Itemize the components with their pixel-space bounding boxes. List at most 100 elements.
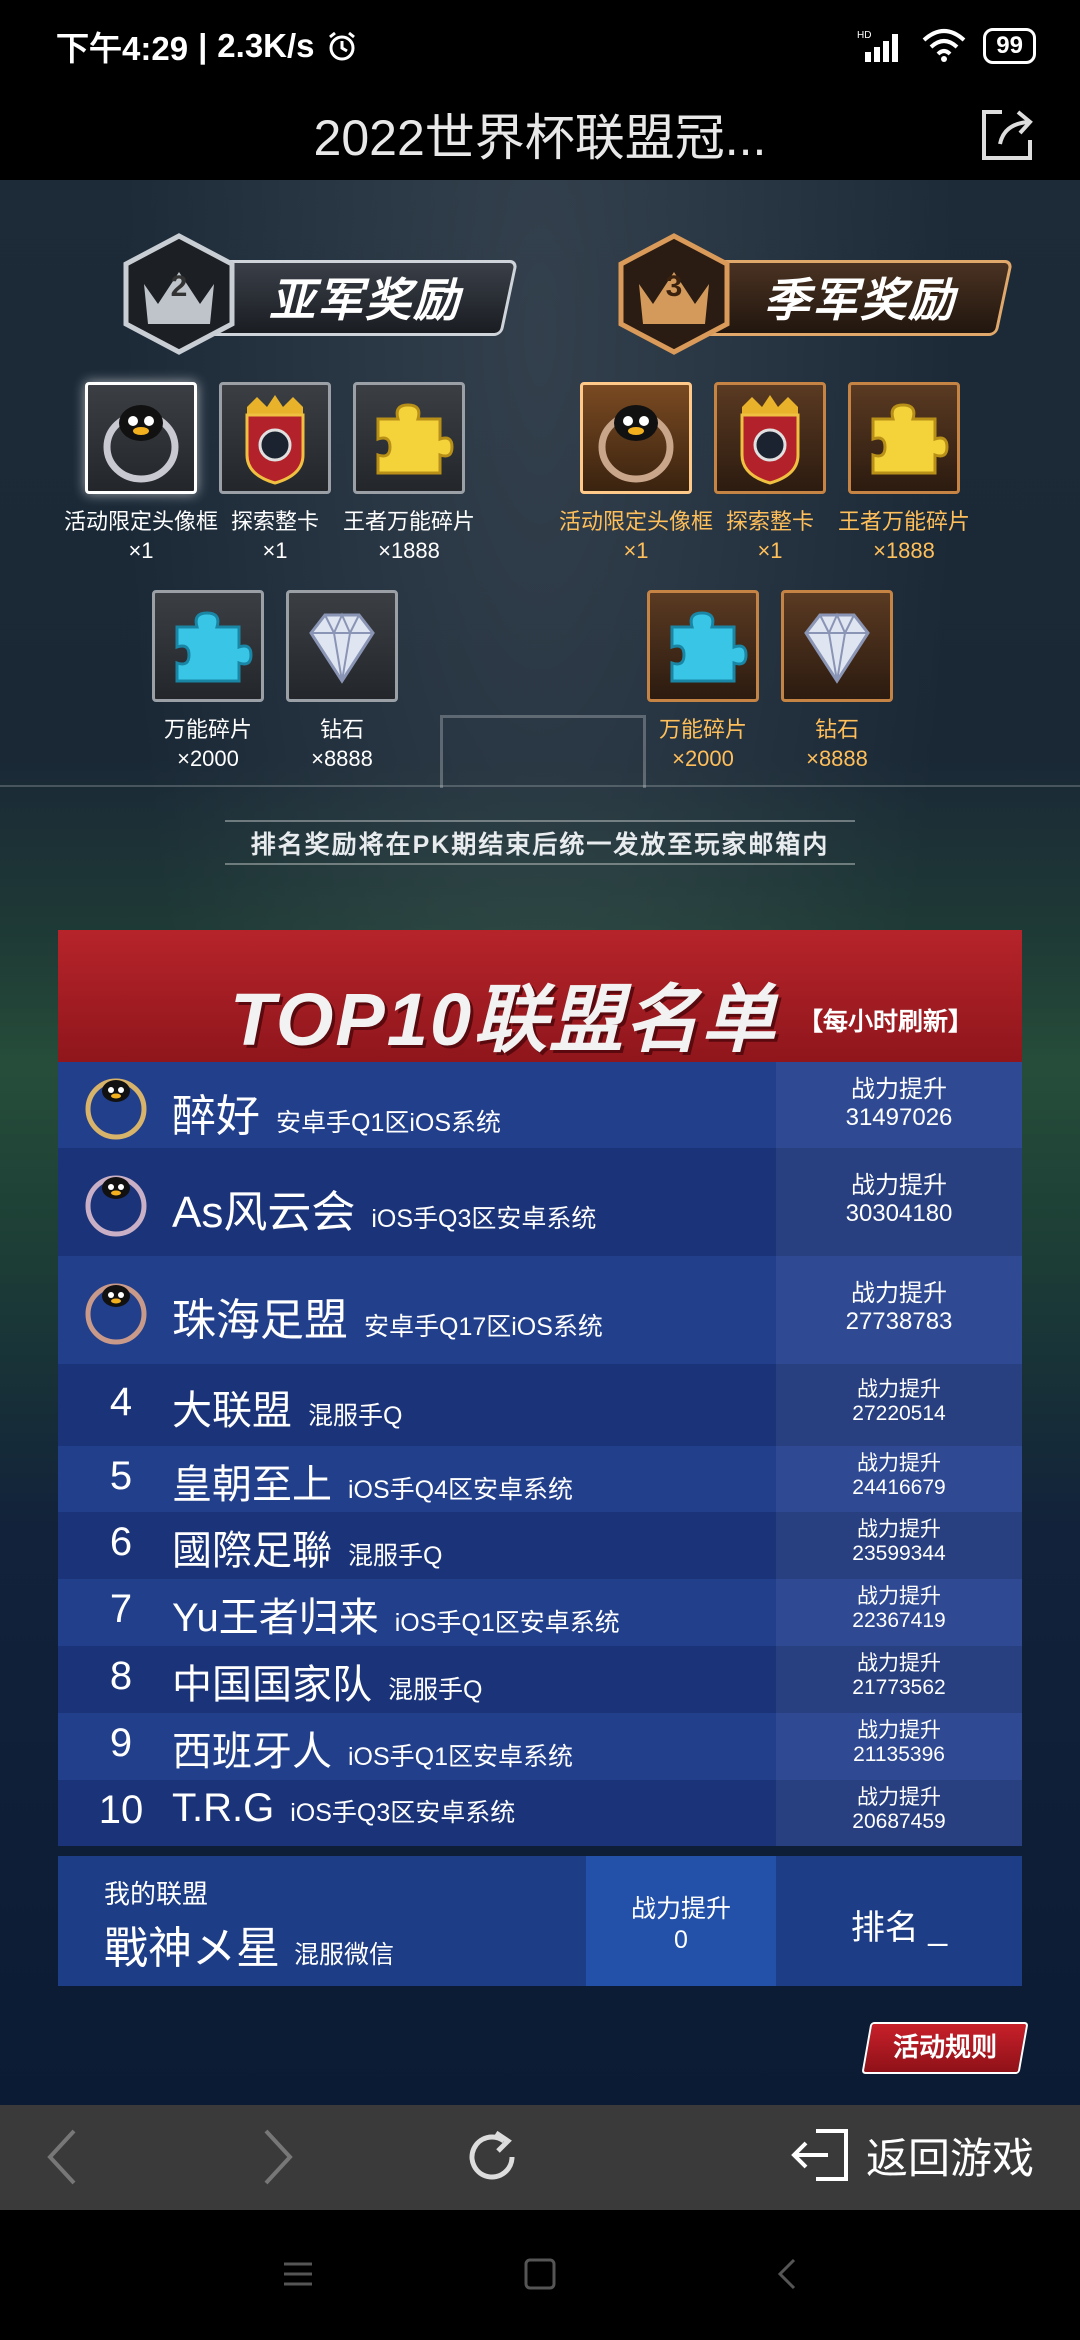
rules-button[interactable]: 活动规则 [861,2022,1029,2074]
my-power-stat: 战力提升 0 [586,1894,776,1957]
explore-card-icon [245,395,305,485]
exit-icon [791,2129,848,2181]
table-row[interactable]: 10 T.R.G iOS手Q3区安卓系统 战力提升 20687459 [58,1780,1022,1846]
power-stat: 战力提升 31497026 [776,1076,1022,1131]
rank-number: 6 [109,1520,133,1564]
item-count: ×1888 [873,538,935,563]
alliance-name: 皇朝至上 iOS手Q4区安卓系统 [172,1463,574,1507]
power-value: 23599344 [852,1542,946,1566]
alliance-server: 混服手Q [308,1402,403,1430]
reward-item: 钻石 ×8888 [267,590,417,772]
item-name: 王者万能碎片 [342,509,475,534]
status-bar: 下午4:29 | 2.3K/s HD 99 [0,0,1080,92]
my-alliance-server: 混服微信 [294,1941,395,1969]
notice-divider [225,820,855,822]
blue-puzzle-icon [670,611,748,683]
reward-item: 万能碎片 ×2000 [628,590,778,772]
reward-item: 王者万能碎片 ×1888 [829,382,979,564]
item-count: ×2000 [177,746,239,771]
table-row[interactable]: 醉好 安卓手Q1区iOS系统 战力提升 31497026 [58,1062,1022,1148]
power-value: 24416679 [852,1476,946,1500]
gold-puzzle-icon [376,403,454,475]
item-count: ×2000 [672,746,734,771]
item-name: 钻石 [814,717,859,742]
return-to-game-label: 返回游戏 [865,2134,1034,2182]
rank-number: 7 [109,1587,133,1631]
reward-tile [848,382,960,494]
reward-item: 活动限定头像框 ×1 [559,382,713,564]
top10-list: 醉好 安卓手Q1区iOS系统 战力提升 31497026 As风云会 iOS手Q3区安… [58,1062,1022,1846]
notice-divider [225,863,855,865]
table-row[interactable]: As风云会 iOS手Q3区安卓系统 战力提升 30304180 [58,1148,1022,1256]
reward-item: 探索整卡 ×1 [695,382,845,564]
my-power-value: 0 [674,1926,688,1955]
rank-number: 8 [109,1654,133,1698]
system-nav-bar [0,2210,1080,2340]
item-count: ×8888 [311,746,373,771]
reward-item: 万能碎片 ×2000 [133,590,283,772]
table-row[interactable]: 8 中国国家队 混服手Q 战力提升 21773562 [58,1646,1022,1713]
blue-puzzle-icon [175,611,253,683]
reward-banner: 季军奖励 3 [615,232,1015,355]
table-row[interactable]: 9 西班牙人 iOS手Q1区安卓系统 战力提升 21135396 [58,1713,1022,1780]
table-row[interactable]: 7 Yu王者归来 iOS手Q1区安卓系统 战力提升 22367419 [58,1579,1022,1646]
reward-title: 季军奖励 [764,274,956,326]
home-icon[interactable] [522,2256,558,2292]
network-label: HD [857,30,871,41]
item-name: 王者万能碎片 [837,509,970,534]
avatar-frame-icon [103,405,179,483]
menu-icon[interactable] [280,2256,316,2292]
reward-tile [353,382,465,494]
alliance-server: iOS手Q1区安卓系统 [394,1609,620,1637]
status-speed: 2.3K/s [217,27,315,64]
status-right: HD 99 [855,28,1036,64]
alliance-server: 混服手Q [348,1542,443,1570]
diamond-icon [309,612,375,684]
share-icon[interactable] [976,102,1040,166]
rank-number: 9 [109,1721,133,1765]
alliance-server: iOS手Q3区安卓系统 [371,1205,597,1233]
table-row[interactable]: 5 皇朝至上 iOS手Q4区安卓系统 战力提升 24416679 [58,1446,1022,1512]
avatar-frame-icon [598,405,674,483]
alliance-server: iOS手Q1区安卓系统 [348,1743,574,1771]
refresh-icon[interactable] [460,2125,524,2189]
power-value: 22367419 [852,1609,946,1633]
status-time: 下午4:29 [56,30,189,67]
rank-number: 3 [665,270,683,303]
power-stat: 战力提升 23599344 [776,1518,1022,1566]
system-back-icon[interactable] [770,2256,806,2292]
power-value: 31497026 [845,1103,953,1131]
table-row[interactable]: 珠海足盟 安卓手Q17区iOS系统 战力提升 27738783 [58,1256,1022,1364]
alliance-name: 國際足聯 混服手Q [172,1529,443,1573]
back-arrow-icon[interactable] [40,2125,84,2189]
my-alliance-name: 戰神メ星 混服微信 [104,1924,395,1973]
return-to-game-button[interactable]: 返回游戏 [788,2123,1034,2187]
top10-panel: TOP10联盟名单 【每小时刷新】 醉好 安卓手Q1区iOS系统 战力提升 3149… [58,930,1022,1846]
item-count: ×1 [262,538,288,563]
alliance-name: 大联盟 混服手Q [172,1389,403,1433]
gold-puzzle-icon [871,403,949,475]
power-value: 27738783 [845,1307,953,1335]
event-page: 亚军奖励 2 活动限定头像框 ×1 探索整卡 ×1 王者万能碎片 ×1888 万… [0,180,1080,2105]
power-stat: 战力提升 21135396 [776,1719,1022,1767]
top10-header: TOP10联盟名单 【每小时刷新】 [58,930,1022,1062]
reward-tile [85,382,197,494]
forward-arrow-icon[interactable] [256,2125,300,2189]
item-name: 钻石 [319,717,364,742]
alliance-name: T.R.G iOS手Q3区安卓系统 [172,1786,516,1830]
alliance-server: iOS手Q3区安卓系统 [290,1799,516,1827]
battery-indicator: 99 [983,28,1036,64]
power-stat: 战力提升 20687459 [776,1786,1022,1834]
silver-frame-avatar-icon [85,1175,147,1237]
table-row[interactable]: 4 大联盟 混服手Q 战力提升 27220514 [58,1364,1022,1446]
item-count: ×1 [623,538,649,563]
power-value: 21773562 [852,1676,946,1700]
wifi-icon [922,29,966,62]
reward-tile [152,590,264,702]
alliance-name: As风云会 iOS手Q3区安卓系统 [172,1188,597,1237]
power-stat: 战力提升 30304180 [776,1172,1022,1227]
refresh-note: 【每小时刷新】 [798,1008,974,1036]
alliance-name: 西班牙人 iOS手Q1区安卓系统 [172,1730,574,1774]
item-count: ×1 [128,538,154,563]
table-row[interactable]: 6 國際足聯 混服手Q 战力提升 23599344 [58,1512,1022,1579]
